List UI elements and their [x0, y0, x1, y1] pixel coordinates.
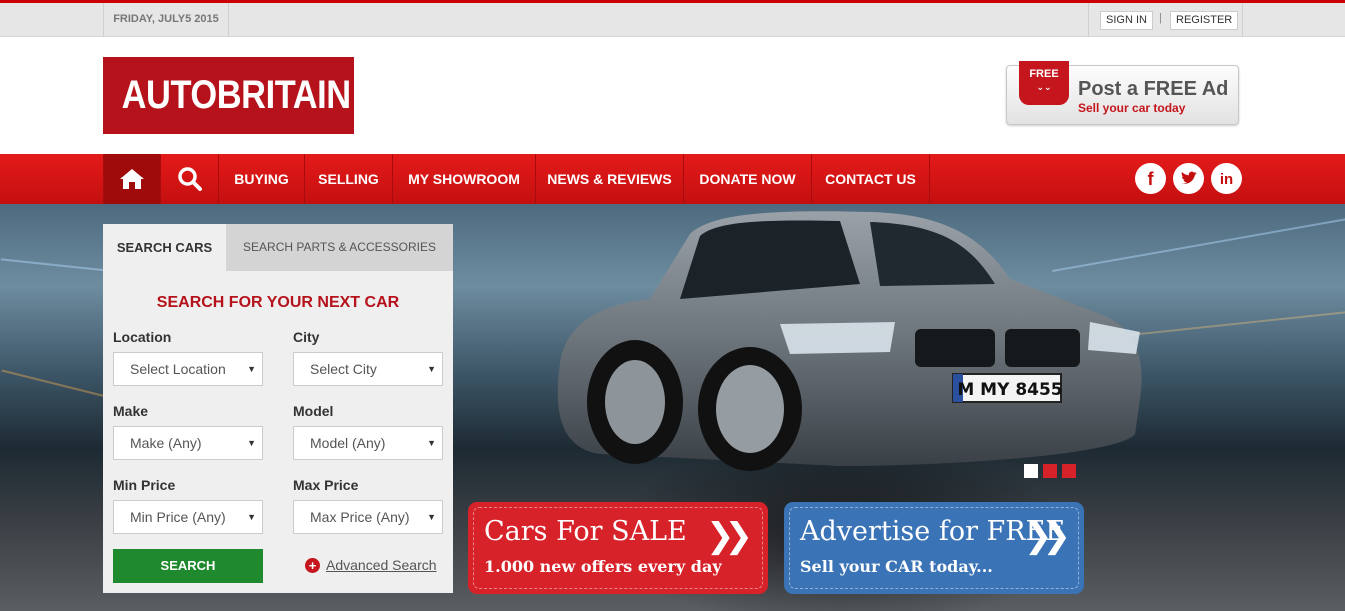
auth-separator: | — [1159, 12, 1162, 24]
post-free-ad-button[interactable]: FREE ⌄⌄ Post a FREE Ad Sell your car tod… — [1006, 61, 1239, 125]
make-label: Make — [113, 403, 149, 419]
free-badge: FREE — [1029, 68, 1059, 80]
post-ad-subtitle: Sell your car today — [1078, 101, 1186, 115]
make-value: Make (Any) — [130, 435, 202, 451]
nav-item-buying[interactable]: BUYING — [219, 154, 305, 204]
slider-dot-2[interactable] — [1043, 464, 1057, 478]
linkedin-icon[interactable]: in — [1211, 163, 1242, 194]
free-ribbon-icon: FREE ⌄⌄ — [1019, 61, 1069, 105]
nav-item-selling[interactable]: SELLING — [305, 154, 393, 204]
dropdown-arrow-icon: ▼ — [247, 364, 256, 374]
model-label: Model — [293, 403, 334, 419]
auth-links: SIGN IN | REGISTER — [1088, 3, 1243, 37]
car-image: M MY 8455 — [557, 211, 1142, 471]
search-panel — [103, 224, 453, 593]
nav-item-donate-now[interactable]: DONATE NOW — [684, 154, 812, 204]
dropdown-arrow-icon: ▼ — [247, 438, 256, 448]
search-button[interactable]: SEARCH — [113, 549, 263, 583]
post-ad-title: Post a FREE Ad — [1078, 78, 1229, 100]
cars-for-sale-banner[interactable]: Cars For SALE 1.000 new offers every day… — [468, 502, 768, 594]
double-chevron-right-icon: ❯❯ — [1024, 517, 1071, 555]
search-icon — [177, 167, 202, 191]
svg-text:f: f — [1148, 169, 1155, 189]
cars-for-sale-subtitle: 1.000 new offers every day — [484, 557, 722, 576]
advertise-free-banner[interactable]: Advertise for FREE Sell your CAR today..… — [784, 502, 1084, 594]
model-value: Model (Any) — [310, 435, 386, 451]
sign-in-link[interactable]: SIGN IN — [1100, 11, 1153, 30]
search-title: SEARCH FOR YOUR NEXT CAR — [156, 294, 400, 311]
location-select[interactable]: Select Location ▼ — [113, 352, 263, 386]
plus-icon: + — [305, 558, 320, 573]
cars-for-sale-title: Cars For SALE — [484, 516, 687, 547]
facebook-icon[interactable]: f — [1135, 163, 1166, 194]
max-price-value: Max Price (Any) — [310, 509, 410, 525]
nav-item-my-showroom[interactable]: MY SHOWROOM — [393, 154, 536, 204]
nav-search[interactable] — [161, 154, 219, 204]
slider-dot-1[interactable] — [1024, 464, 1038, 478]
home-icon — [120, 169, 144, 189]
nav-item-news-reviews[interactable]: NEWS & REVIEWS — [536, 154, 684, 204]
tab-search-cars[interactable]: SEARCH CARS — [103, 224, 226, 271]
speed-streak — [1, 369, 119, 401]
max-price-label: Max Price — [293, 477, 359, 493]
dropdown-arrow-icon: ▼ — [427, 512, 436, 522]
double-chevron-right-icon: ❯❯ — [706, 517, 753, 555]
site-logo[interactable]: AUTOBRITAIN — [103, 57, 354, 134]
advertise-free-subtitle: Sell your CAR today... — [800, 557, 993, 576]
site-logo-text: AUTOBRITAIN — [121, 73, 351, 117]
slider-dot-3[interactable] — [1062, 464, 1076, 478]
register-link[interactable]: REGISTER — [1170, 11, 1239, 30]
city-select[interactable]: Select City ▼ — [293, 352, 443, 386]
max-price-select[interactable]: Max Price (Any) ▼ — [293, 500, 443, 534]
location-label: Location — [113, 329, 172, 345]
tab-search-parts[interactable]: SEARCH PARTS & ACCESSORIES — [226, 224, 453, 271]
dropdown-arrow-icon: ▼ — [427, 438, 436, 448]
main-nav: BUYING SELLING MY SHOWROOM NEWS & REVIEW… — [0, 154, 1345, 204]
model-select[interactable]: Model (Any) ▼ — [293, 426, 443, 460]
nav-item-contact-us[interactable]: CONTACT US — [812, 154, 930, 204]
city-value: Select City — [310, 361, 377, 377]
current-date: FRIDAY, JULY5 2015 — [103, 3, 229, 37]
min-price-value: Min Price (Any) — [130, 509, 226, 525]
svg-text:in: in — [1220, 171, 1233, 188]
city-label: City — [293, 329, 320, 345]
license-plate: M MY 8455 — [957, 380, 1062, 400]
min-price-label: Min Price — [113, 477, 176, 493]
advanced-search-label: Advanced Search — [326, 557, 437, 573]
min-price-select[interactable]: Min Price (Any) ▼ — [113, 500, 263, 534]
dropdown-arrow-icon: ▼ — [247, 512, 256, 522]
nav-home[interactable] — [103, 154, 161, 204]
chevron-down-icon: ⌄⌄ — [1036, 82, 1052, 92]
top-bar: FRIDAY, JULY5 2015 SIGN IN | REGISTER — [0, 0, 1345, 37]
make-select[interactable]: Make (Any) ▼ — [113, 426, 263, 460]
advanced-search-link[interactable]: + Advanced Search — [305, 557, 437, 573]
dropdown-arrow-icon: ▼ — [427, 364, 436, 374]
location-value: Select Location — [130, 361, 226, 377]
twitter-icon[interactable] — [1173, 163, 1204, 194]
